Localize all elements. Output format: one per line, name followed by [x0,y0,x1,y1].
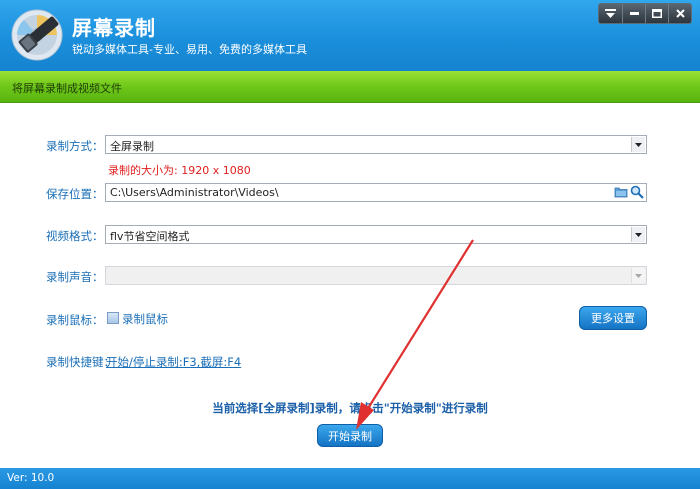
title-bar: 屏幕录制 锐动多媒体工具-专业、易用、免费的多媒体工具 [0,0,700,71]
start-record-button[interactable]: 开始录制 [317,424,383,447]
menu-button[interactable] [599,4,622,23]
settings-panel: 录制方式： 全屏录制 录制的大小为: 1920 x 1080 保存位置： C:\… [0,104,700,466]
video-format-select[interactable]: flv节省空间格式 [105,225,647,244]
hotkey-link[interactable]: 开始/停止录制:F3,截屏:F4 [106,354,241,370]
audio-select[interactable] [105,266,647,285]
video-format-dropdown[interactable] [631,227,645,242]
app-title: 屏幕录制 [72,16,156,40]
record-mode-value: 全屏录制 [110,140,154,153]
cursor-label: 录制鼠标： [46,313,104,327]
hint-text: 当前选择[全屏录制]录制，请点击"开始录制"进行录制 [212,401,488,415]
record-cursor-checkbox-label[interactable]: 录制鼠标 [122,311,168,327]
path-actions [614,185,644,199]
chevron-down-icon [635,232,642,237]
app-subtitle: 锐动多媒体工具-专业、易用、免费的多媒体工具 [72,43,307,56]
maximize-icon [652,9,662,18]
menu-dropdown-icon [605,9,616,18]
window-controls [598,3,692,24]
section-header: 将屏幕录制成视频文件 [0,71,700,103]
chevron-down-icon [635,142,642,147]
record-mode-dropdown[interactable] [631,137,645,152]
folder-icon[interactable] [614,185,628,199]
close-button[interactable] [668,4,691,23]
status-bar: Ver: 10.0 [0,468,700,489]
chevron-down-icon [635,273,642,278]
record-cursor-checkbox[interactable] [107,312,119,324]
video-format-label: 视频格式： [46,229,104,243]
version-label: Ver: 10.0 [7,472,55,484]
maximize-button[interactable] [645,4,668,23]
audio-dropdown[interactable] [631,268,645,283]
close-icon [675,9,685,18]
video-format-value: flv节省空间格式 [110,230,190,243]
minimize-button[interactable] [622,4,645,23]
app-logo-icon [11,9,63,61]
record-mode-select[interactable]: 全屏录制 [105,135,647,154]
record-mode-label: 录制方式： [46,139,104,153]
more-settings-button[interactable]: 更多设置 [579,306,647,330]
section-title: 将屏幕录制成视频文件 [12,82,122,95]
minimize-icon [629,12,639,15]
hotkey-label: 录制快捷键： [46,355,115,369]
audio-label: 录制声音： [46,270,104,284]
save-location-label: 保存位置： [46,187,104,201]
record-size-note: 录制的大小为: 1920 x 1080 [108,164,251,177]
search-icon[interactable] [630,185,644,199]
save-location-input[interactable]: C:\Users\Administrator\Videos\ [105,183,647,202]
save-location-value: C:\Users\Administrator\Videos\ [110,186,279,199]
